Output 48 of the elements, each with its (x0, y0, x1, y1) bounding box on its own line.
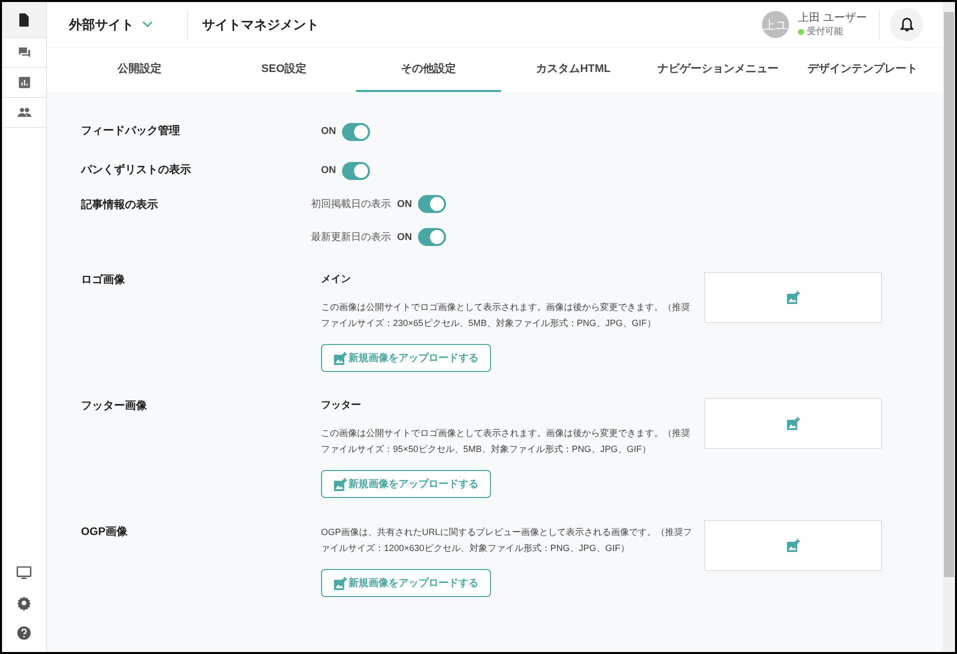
add-image-icon (786, 291, 800, 304)
monitor-icon (16, 565, 32, 581)
chat-icon (16, 45, 32, 60)
toggle-state-label: ON (397, 198, 412, 212)
setting-label: 記事情報の表示 (81, 198, 159, 213)
tab[interactable]: カスタムHTML (501, 48, 646, 92)
chevron-down-icon (142, 21, 153, 28)
tab[interactable]: ナビゲーションメニュー (646, 48, 790, 92)
site-selector[interactable]: 外部サイト (47, 2, 187, 47)
user-avatar: 上ユ (762, 11, 789, 38)
toggle-state-label: ON (397, 230, 412, 244)
help-icon (16, 625, 32, 641)
add-image-icon (334, 352, 346, 364)
add-image-icon (786, 417, 800, 430)
toggle-switch[interactable] (418, 195, 446, 213)
toggle-switch[interactable] (342, 122, 370, 140)
notification-button[interactable] (890, 8, 923, 41)
toggle-switch[interactable] (418, 228, 446, 246)
user-status: 受付可能 (806, 24, 843, 38)
bell-icon (900, 17, 914, 32)
tab[interactable]: SEO設定 (212, 48, 356, 92)
setting-label: フィードバック管理 (81, 124, 181, 140)
setting-label: OGP画像 (81, 525, 128, 540)
toggle-label: 最新更新日の表示 (311, 230, 391, 244)
page-title: サイトマネジメント (201, 16, 320, 34)
image-subtitle: メイン (321, 273, 352, 287)
setting-label: ロゴ画像 (81, 273, 126, 288)
user-name: 上田 ユーザー (798, 10, 867, 25)
sidebar-item[interactable] (2, 2, 46, 38)
add-image-icon (334, 478, 346, 490)
tab[interactable]: 公開設定 (67, 48, 212, 92)
tab[interactable]: デザインテンプレート (790, 48, 936, 92)
image-description: この画像は公開サイトでロゴ画像として表示されます。画像は後から変更できます。（推奨ファイルサイズ：230×65ピクセル、5MB、対象ファイル形式：PNG、JPG、GIF） (321, 301, 691, 330)
setting-label: フッター画像 (81, 399, 148, 414)
people-icon (16, 105, 32, 120)
setting-label: パンくずリストの表示 (81, 162, 192, 178)
toggle-label: 初回掲載日の表示 (311, 198, 391, 212)
toggle-switch[interactable] (342, 162, 370, 180)
image-description: この画像は公開サイトでロゴ画像として表示されます。画像は後から変更できます。（推奨ファイルサイズ：95×50ピクセル、5MB、対象ファイル形式：PNG、JPG、GIF） (321, 427, 691, 456)
image-description: OGP画像は、共有されたURLに関するプレビュー画像として表示される画像です。（推奨ファイルサイズ：1200×630ピクセル、対象ファイル形式：PNG、JPG、GIF） (321, 526, 694, 555)
toggle-state-label: ON (321, 164, 336, 178)
toggle-state-label: ON (321, 125, 336, 139)
add-image-icon (334, 576, 346, 590)
chart-icon (16, 75, 32, 90)
add-image-icon (786, 539, 800, 552)
scrollbar[interactable] (943, 2, 955, 652)
image-subtitle: フッター (321, 399, 362, 413)
settings-icon (16, 595, 32, 611)
